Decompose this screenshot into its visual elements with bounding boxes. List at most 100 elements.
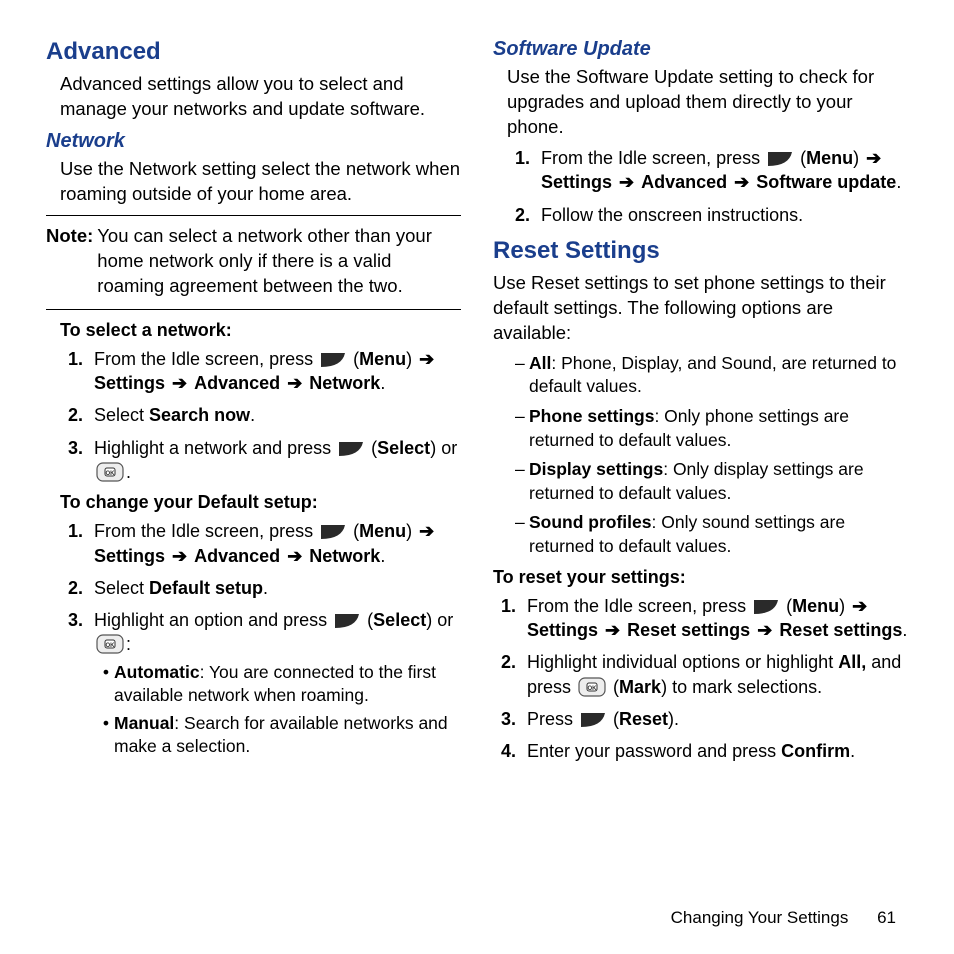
softkey-icon [320, 524, 346, 540]
menu-label: Menu [806, 148, 853, 168]
arrow-icon: ➔ [285, 373, 304, 393]
text: From the Idle screen, press [527, 596, 751, 616]
dash-icon: – [515, 458, 529, 505]
option-label: Sound profiles [529, 512, 652, 532]
option-sound: Sound profiles: Only sound settings are … [529, 511, 908, 558]
softkey-icon [320, 352, 346, 368]
menu-label: Menu [359, 349, 406, 369]
page-number: 61 [853, 908, 896, 927]
advanced-intro: Advanced settings allow you to select an… [60, 72, 461, 122]
step-body: From the Idle screen, press (Menu) ➔ Set… [541, 146, 908, 195]
note-text: You can select a network other than your… [97, 224, 461, 299]
menu-label: Menu [792, 596, 839, 616]
text: Enter your password and press [527, 741, 781, 761]
note-box: Note: You can select a network other tha… [46, 215, 461, 310]
option-label: Phone settings [529, 406, 654, 426]
select-network-steps: 1. From the Idle screen, press (Menu) ➔ … [60, 347, 461, 484]
page-footer: Changing Your Settings 61 [671, 908, 896, 928]
option-phone: Phone settings: Only phone settings are … [529, 405, 908, 452]
arrow-icon: ➔ [170, 546, 189, 566]
path-advanced: Advanced [194, 373, 280, 393]
text: From the Idle screen, press [94, 349, 318, 369]
path-settings: Settings [94, 373, 165, 393]
step-number: 4. [493, 739, 527, 763]
step-number: 1. [60, 519, 94, 568]
default-options: •Automatic: You are connected to the fir… [98, 661, 461, 758]
arrow-icon: ➔ [755, 620, 774, 640]
all-label: All, [838, 652, 866, 672]
step-body: From the Idle screen, press (Menu) ➔ Set… [94, 519, 461, 568]
text: to mark selections. [667, 677, 822, 697]
select-label: Select [373, 610, 426, 630]
arrow-icon: ➔ [732, 172, 751, 192]
option-manual: Manual: Search for available networks an… [114, 712, 461, 758]
software-update-intro: Use the Software Update setting to check… [507, 65, 908, 140]
arrow-icon: ➔ [617, 172, 636, 192]
reset-steps: 1. From the Idle screen, press (Menu) ➔ … [493, 594, 908, 764]
ok-key-icon: OK [578, 677, 606, 697]
search-now: Search now [149, 405, 250, 425]
step-number: 1. [60, 347, 94, 396]
text: or [436, 438, 457, 458]
arrow-icon: ➔ [603, 620, 622, 640]
bullet-icon: • [98, 661, 114, 707]
svg-text:OK: OK [106, 643, 116, 649]
softkey-icon [338, 441, 364, 457]
footer-title: Changing Your Settings [671, 908, 849, 927]
arrow-icon: ➔ [864, 148, 883, 168]
path-settings: Settings [527, 620, 598, 640]
two-columns: Advanced Advanced settings allow you to … [46, 36, 908, 772]
softkey-icon [753, 599, 779, 615]
right-column: Software Update Use the Software Update … [493, 36, 908, 772]
step-body: Follow the onscreen instructions. [541, 203, 908, 227]
network-intro: Use the Network setting select the netwo… [60, 157, 461, 207]
option-label: Display settings [529, 459, 663, 479]
heading-network: Network [46, 130, 461, 153]
subhead-default-setup: To change your Default setup: [60, 492, 461, 513]
step-number: 3. [60, 436, 94, 485]
text: Highlight a network and press [94, 438, 336, 458]
step-number: 1. [507, 146, 541, 195]
heading-software-update: Software Update [493, 38, 908, 61]
softkey-icon [334, 613, 360, 629]
path-settings: Settings [541, 172, 612, 192]
text: From the Idle screen, press [541, 148, 765, 168]
step-number: 2. [60, 403, 94, 427]
arrow-icon: ➔ [850, 596, 869, 616]
step-body: From the Idle screen, press (Menu) ➔ Set… [94, 347, 461, 396]
reset-options: –All: Phone, Display, and Sound, are ret… [515, 352, 908, 559]
option-all: All: Phone, Display, and Sound, are retu… [529, 352, 908, 399]
text: or [432, 610, 453, 630]
path-reset: Reset settings [627, 620, 750, 640]
arrow-icon: ➔ [285, 546, 304, 566]
manual-page: Advanced Advanced settings allow you to … [0, 0, 954, 954]
path-advanced: Advanced [194, 546, 280, 566]
softkey-icon [580, 712, 606, 728]
arrow-icon: ➔ [417, 349, 436, 369]
software-update-steps: 1. From the Idle screen, press (Menu) ➔ … [507, 146, 908, 227]
ok-key-icon: OK [96, 462, 124, 482]
option-label: All [529, 353, 551, 373]
step-number: 3. [493, 707, 527, 731]
ok-key-icon: OK [96, 634, 124, 654]
heading-advanced: Advanced [46, 38, 461, 66]
left-column: Advanced Advanced settings allow you to … [46, 36, 461, 772]
svg-text:OK: OK [588, 686, 598, 692]
arrow-icon: ➔ [417, 521, 436, 541]
text: Press [527, 709, 578, 729]
reset-label: Reset [619, 709, 668, 729]
subhead-select-network: To select a network: [60, 320, 461, 341]
step-body: From the Idle screen, press (Menu) ➔ Set… [527, 594, 908, 643]
option-label: Automatic [114, 662, 200, 682]
step-number: 2. [60, 576, 94, 600]
option-label: Manual [114, 713, 174, 733]
step-body: Select Default setup. [94, 576, 461, 600]
text: Select [94, 405, 149, 425]
mark-label: Mark [619, 677, 661, 697]
step-body: Highlight individual options or highligh… [527, 650, 908, 699]
dash-icon: – [515, 511, 529, 558]
bullet-icon: • [98, 712, 114, 758]
option-text: : Phone, Display, and Sound, are returne… [529, 353, 896, 397]
reset-intro: Use Reset settings to set phone settings… [493, 271, 908, 346]
dash-icon: – [515, 352, 529, 399]
